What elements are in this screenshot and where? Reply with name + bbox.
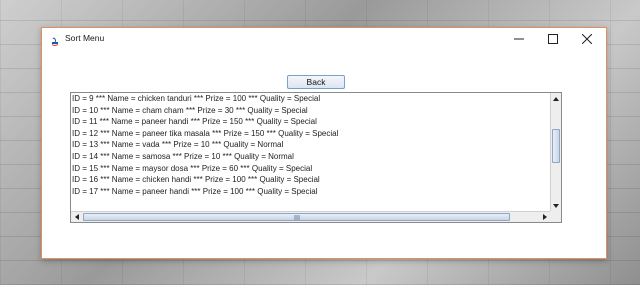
arrow-left-icon bbox=[74, 214, 79, 220]
minimize-icon bbox=[514, 38, 524, 40]
window-title: Sort Menu bbox=[65, 33, 105, 43]
scroll-left-button[interactable] bbox=[71, 212, 82, 222]
vertical-scroll-thumb[interactable] bbox=[552, 129, 560, 163]
close-button[interactable] bbox=[570, 28, 604, 50]
close-icon bbox=[582, 34, 592, 44]
results-list-panel[interactable]: ID = 9 *** Name = chicken tanduri *** Pr… bbox=[70, 92, 562, 223]
sort-menu-window: Sort Menu Back ID = 9 *** Name = chicken… bbox=[41, 27, 607, 259]
desktop-background: Sort Menu Back ID = 9 *** Name = chicken… bbox=[0, 0, 640, 285]
list-item: ID = 14 *** Name = samosa *** Prize = 10… bbox=[72, 151, 294, 161]
list-item: ID = 13 *** Name = vada *** Prize = 10 *… bbox=[72, 140, 284, 150]
arrow-down-icon bbox=[553, 203, 559, 208]
scroll-right-button[interactable] bbox=[539, 212, 550, 222]
scroll-down-button[interactable] bbox=[551, 200, 561, 211]
list-item: ID = 9 *** Name = chicken tanduri *** Pr… bbox=[72, 94, 321, 103]
horizontal-scroll-thumb[interactable] bbox=[83, 213, 510, 221]
java-app-icon bbox=[49, 33, 61, 46]
title-bar[interactable]: Sort Menu bbox=[42, 28, 606, 50]
scroll-up-button[interactable] bbox=[551, 93, 561, 104]
maximize-button[interactable] bbox=[536, 28, 570, 50]
vertical-scrollbar[interactable] bbox=[550, 93, 561, 211]
back-button[interactable]: Back bbox=[287, 75, 345, 89]
maximize-icon bbox=[548, 34, 558, 44]
list-item: ID = 12 *** Name = paneer tika masala **… bbox=[72, 128, 339, 138]
list-item: ID = 16 *** Name = chicken handi *** Pri… bbox=[72, 175, 320, 185]
results-list: ID = 9 *** Name = chicken tanduri *** Pr… bbox=[71, 93, 550, 211]
list-item: ID = 17 *** Name = paneer handi *** Priz… bbox=[72, 186, 318, 196]
minimize-button[interactable] bbox=[502, 28, 536, 50]
arrow-right-icon bbox=[542, 214, 547, 220]
grip-icon bbox=[294, 214, 299, 220]
arrow-up-icon bbox=[553, 96, 559, 101]
list-item: ID = 10 *** Name = cham cham *** Prize =… bbox=[72, 105, 308, 115]
list-item: ID = 15 *** Name = maysor dosa *** Prize… bbox=[72, 163, 313, 173]
list-item: ID = 11 *** Name = paneer handi *** Priz… bbox=[72, 117, 317, 127]
scroll-corner bbox=[550, 211, 561, 222]
horizontal-scrollbar[interactable] bbox=[71, 211, 550, 222]
